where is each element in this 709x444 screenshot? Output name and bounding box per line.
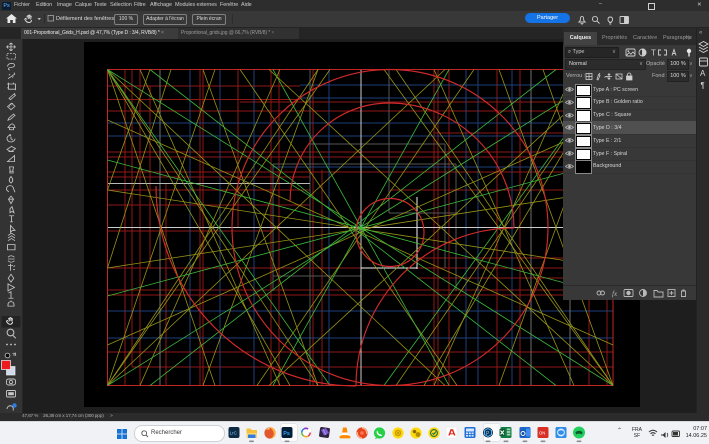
svg-text:A: A [700, 69, 706, 78]
svg-text:T: T [651, 49, 656, 58]
svg-text:fx: fx [612, 290, 618, 298]
svg-text:Ps: Ps [283, 431, 290, 437]
svg-text:LrC: LrC [230, 431, 238, 436]
svg-text:¶: ¶ [701, 81, 705, 90]
svg-text:ON: ON [539, 431, 545, 436]
